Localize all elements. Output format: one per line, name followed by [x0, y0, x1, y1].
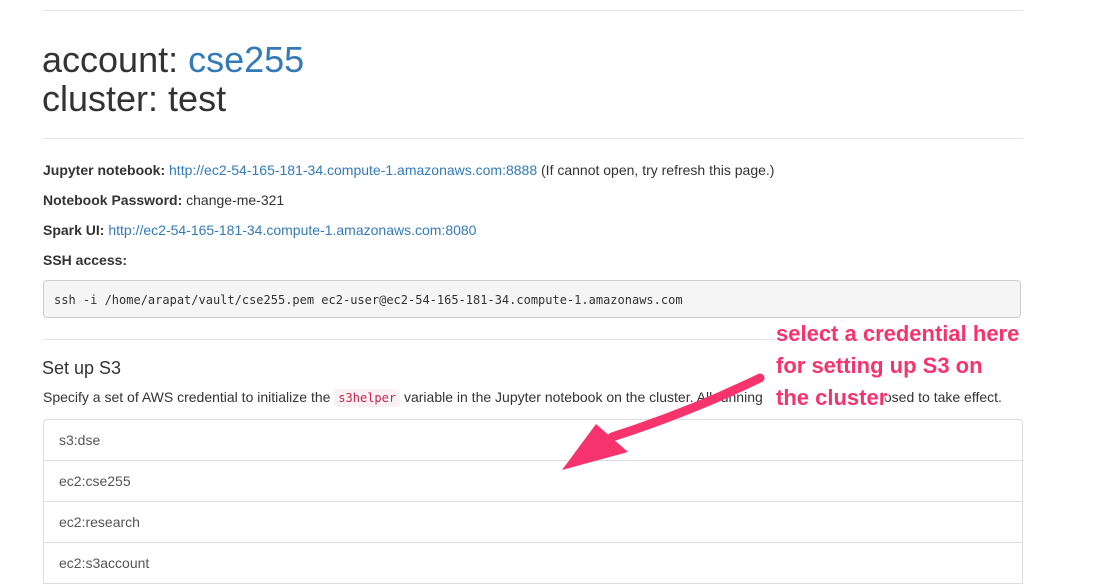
jupyter-note: (If cannot open, try refresh this page.)	[541, 162, 775, 178]
credential-item-s3-dse[interactable]: s3:dse	[43, 419, 1023, 461]
annotation-line: select a credential here	[776, 321, 1020, 346]
credential-item-ec2-s3account[interactable]: ec2:s3account	[43, 542, 1023, 584]
page-title: account: cse255 cluster: test	[42, 40, 304, 118]
credential-list: s3:dse ec2:cse255 ec2:research ec2:s3acc…	[43, 419, 1023, 584]
jupyter-row: Jupyter notebook: http://ec2-54-165-181-…	[43, 162, 774, 178]
s3-desc-before: Specify a set of AWS credential to initi…	[43, 389, 335, 405]
s3-desc-after: variable in the Jupyter notebook on the …	[400, 389, 763, 405]
password-value: change-me-321	[186, 192, 285, 208]
jupyter-label: Jupyter notebook:	[43, 162, 166, 178]
annotation-line: for setting up S3 on	[776, 353, 983, 378]
credential-item-ec2-cse255[interactable]: ec2:cse255	[43, 460, 1023, 502]
spark-label: Spark UI:	[43, 222, 105, 238]
jupyter-link[interactable]: http://ec2-54-165-181-34.compute-1.amazo…	[169, 162, 537, 178]
password-label: Notebook Password:	[43, 192, 183, 208]
s3helper-code: s3helper	[334, 389, 401, 407]
ssh-label: SSH access:	[43, 252, 128, 268]
annotation-line: the cluster	[776, 385, 888, 410]
password-row: Notebook Password: change-me-321	[43, 192, 284, 208]
ssh-command-block[interactable]: ssh -i /home/arapat/vault/cse255.pem ec2…	[43, 280, 1021, 318]
credential-item-ec2-research[interactable]: ec2:research	[43, 501, 1023, 543]
ssh-row: SSH access:	[43, 252, 127, 268]
cluster-name: test	[168, 78, 227, 119]
title-divider	[43, 138, 1023, 139]
account-name-link[interactable]: cse255	[188, 39, 304, 80]
cluster-label: cluster:	[42, 78, 169, 119]
top-divider	[43, 10, 1023, 11]
spark-row: Spark UI: http://ec2-54-165-181-34.compu…	[43, 222, 476, 238]
spark-ui-link[interactable]: http://ec2-54-165-181-34.compute-1.amazo…	[108, 222, 476, 238]
account-label: account:	[42, 39, 189, 80]
s3-heading: Set up S3	[42, 358, 122, 378]
annotation-callout: select a credential here for setting up …	[776, 318, 1019, 414]
